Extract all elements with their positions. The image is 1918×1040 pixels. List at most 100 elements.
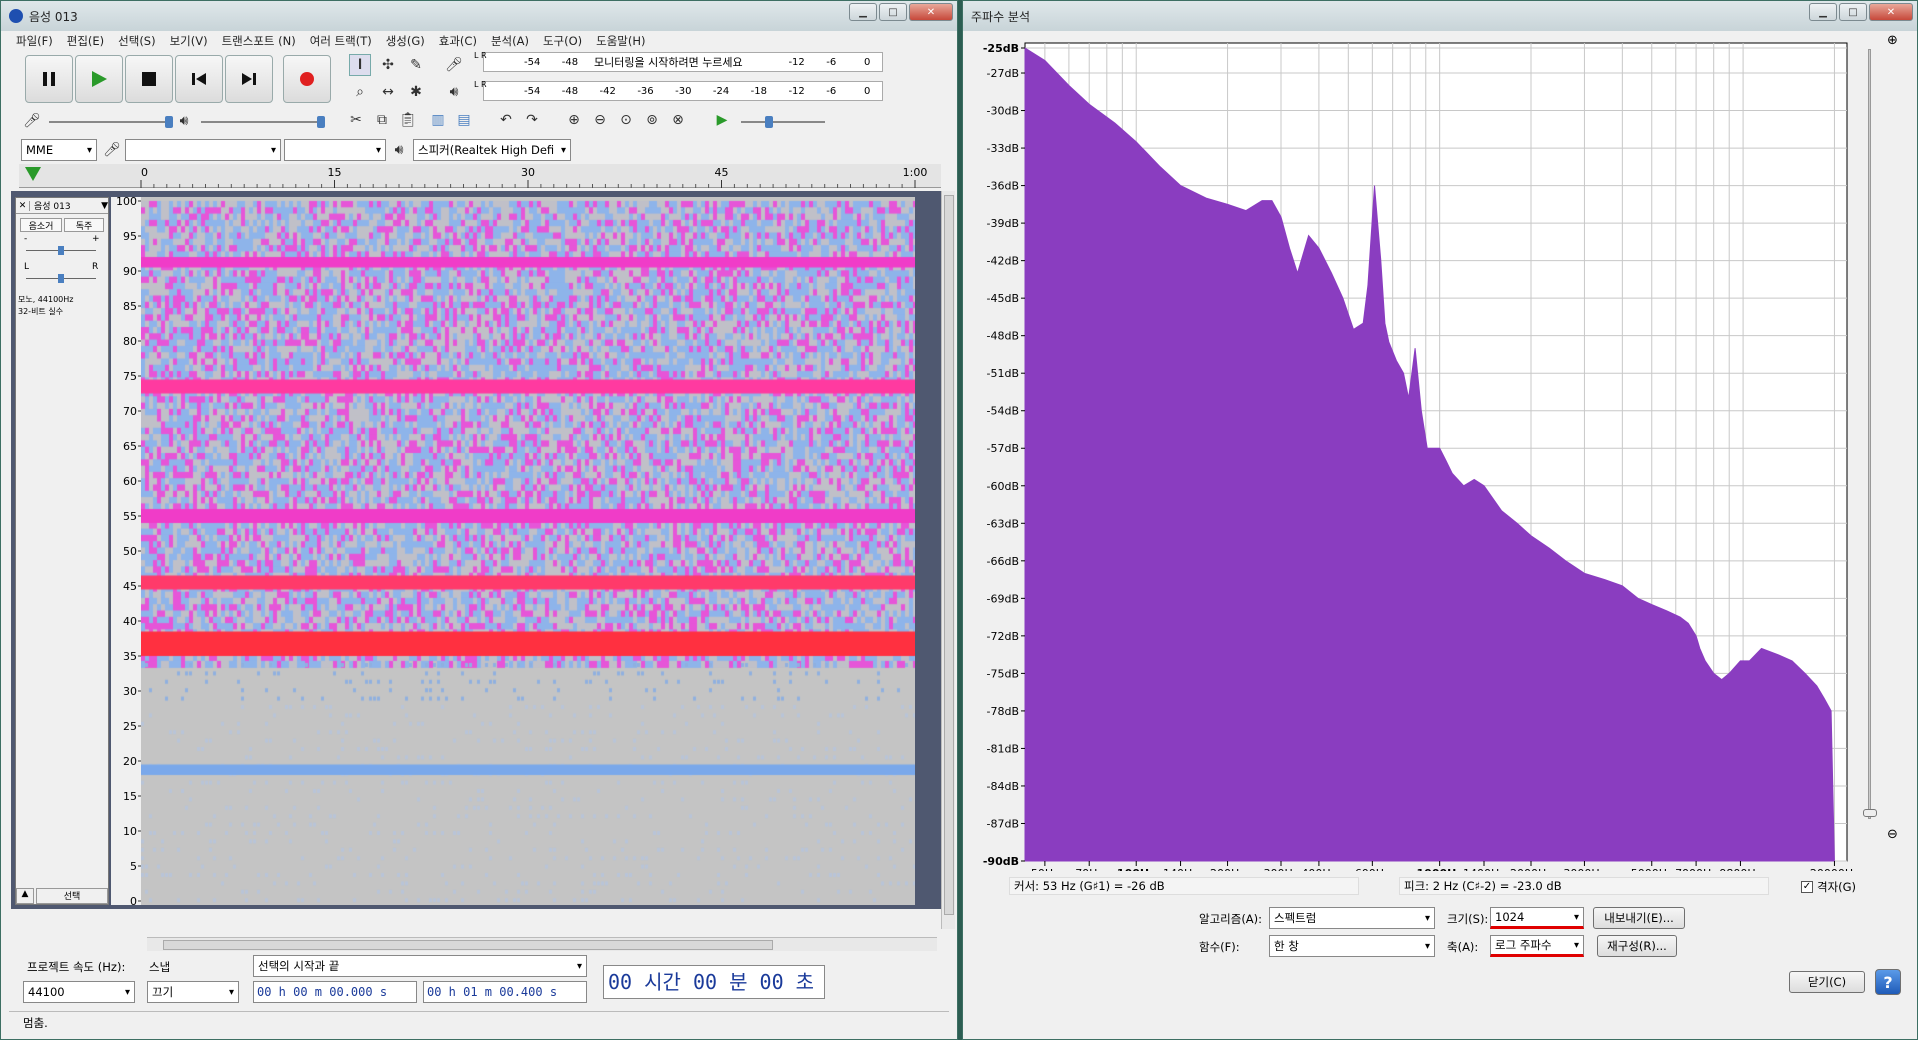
y-zoom-out-icon[interactable]: ⊖ (1887, 827, 1898, 842)
replot-button[interactable]: 재구성(R)... (1597, 935, 1677, 957)
size-select[interactable]: 1024 (1490, 907, 1584, 929)
track-select-button[interactable]: 선택 (36, 888, 108, 904)
speaker-volume-slider[interactable] (201, 116, 325, 128)
copy-icon[interactable]: ⧉ (371, 109, 393, 131)
y-zoom-in-icon[interactable]: ⊕ (1887, 33, 1898, 48)
project-rate-select[interactable]: 44100 (23, 981, 135, 1003)
timeline-play-head-icon[interactable] (25, 167, 41, 181)
export-button[interactable]: 내보내기(E)... (1593, 907, 1685, 929)
selection-tool-icon[interactable]: 𝐈 (349, 54, 371, 76)
multi-tool-icon[interactable]: ✱ (405, 81, 427, 103)
menu-item-10[interactable]: 도움말(H) (589, 33, 652, 49)
close-button[interactable]: 닫기(C) (1789, 971, 1865, 993)
selection-end-time[interactable]: 00 h 01 m 00.400 s (423, 981, 587, 1003)
y-tick-label: -36dB (987, 180, 1020, 193)
record-meter-mic-icon[interactable]: 🎤︎ (443, 54, 465, 76)
record-button[interactable] (283, 55, 331, 103)
frequency-spectrum-chart[interactable]: -25dB -27dB -30dB -33dB -36dB -39dB -42dB -45dB… (967, 31, 1897, 871)
mic-volume-slider[interactable] (49, 116, 173, 128)
zoom-out-icon[interactable]: ⊖ (589, 109, 611, 131)
draw-tool-icon[interactable]: ✎ (405, 54, 427, 76)
timeshift-tool-icon[interactable]: ↔ (377, 81, 399, 103)
meter-start-monitoring-text[interactable]: 모니터링을 시작하려면 누르세요 (594, 54, 743, 70)
pan-slider[interactable] (26, 274, 96, 283)
snap-select[interactable]: 끄기 (147, 981, 239, 1003)
zoom-toggle-icon[interactable]: ⊗ (667, 109, 689, 131)
track-control-panel[interactable]: ✕ 음성 013 ▼ 음소거 독주 - + L R 모노, 44100Hz 32… (15, 197, 109, 905)
spectrogram-view[interactable] (141, 197, 915, 905)
mute-button[interactable]: 음소거 (20, 218, 62, 232)
pause-button[interactable] (25, 55, 73, 103)
scale-label: 0 (130, 895, 137, 905)
stop-button[interactable] (125, 55, 173, 103)
function-select[interactable]: 한 창 (1269, 935, 1435, 957)
window-title: 음성 013 (29, 9, 78, 24)
envelope-tool-icon[interactable]: ✣ (377, 54, 399, 76)
menu-item-6[interactable]: 생성(G) (379, 33, 432, 49)
grid-label[interactable]: 격자(G) (1817, 879, 1856, 895)
menu-item-9[interactable]: 도구(O) (536, 33, 589, 49)
play-button[interactable] (75, 55, 123, 103)
trim-icon[interactable]: ▥ (427, 109, 449, 131)
fit-selection-icon[interactable]: ⊙ (615, 109, 637, 131)
redo-icon[interactable]: ↷ (521, 109, 543, 131)
analysis-maximize-button[interactable]: □ (1839, 3, 1867, 21)
grid-checkbox[interactable]: ✓ (1801, 881, 1813, 893)
recording-channels-select[interactable] (284, 139, 386, 161)
vertical-scrollbar[interactable] (941, 191, 955, 929)
paste-icon[interactable]: 📋︎ (397, 109, 419, 131)
timeline-ruler[interactable]: 0 15 30 45 1:00 (19, 164, 941, 188)
menu-item-3[interactable]: 보기(V) (163, 33, 215, 49)
selection-start-time[interactable]: 00 h 00 m 00.000 s (253, 981, 417, 1003)
axis-select[interactable]: 로그 주파수 (1490, 935, 1584, 957)
solo-button[interactable]: 독주 (64, 218, 104, 232)
menu-item-4[interactable]: 트랜스포트 (N) (215, 33, 303, 49)
audio-host-select[interactable]: MME (21, 139, 97, 161)
zoom-tool-icon[interactable]: ⌕ (349, 81, 371, 103)
analysis-minimize-button[interactable]: ▁ (1809, 3, 1837, 21)
y-tick-label: -57dB (987, 442, 1020, 455)
track-collapse-icon[interactable]: ▲ (16, 888, 34, 904)
meter-tick: -54 (524, 85, 541, 97)
menu-item-1[interactable]: 편집(E) (60, 33, 111, 49)
y-tick-label: -72dB (987, 630, 1020, 643)
meter-tick: -12 (788, 56, 805, 68)
playback-meter[interactable]: L R -54 -48 -42 -36 -30 -24 -18 -12 -6 0 (474, 80, 883, 101)
close-window-button[interactable]: ✕ (909, 3, 953, 21)
track-menu-chevron-icon[interactable]: ▼ (101, 201, 108, 211)
recording-device-select[interactable] (125, 139, 281, 161)
help-button[interactable]: ? (1875, 969, 1901, 995)
silence-icon[interactable]: ▤ (453, 109, 475, 131)
track-close-icon[interactable]: ✕ (16, 200, 30, 211)
analysis-close-window-button[interactable]: ✕ (1869, 3, 1913, 21)
play-at-speed-icon[interactable]: ▶ (711, 109, 733, 131)
menu-bar: 파일(F) 편집(E) 선택(S) 보기(V) 트랜스포트 (N) 여러 트랙(T) 생성(… (9, 31, 949, 51)
skip-to-start-button[interactable] (175, 55, 223, 103)
menu-item-8[interactable]: 분석(A) (484, 33, 536, 49)
minimize-button[interactable]: ▁ (849, 3, 877, 21)
record-meter[interactable]: L R -54 -48 -12 -6 0 모니터링을 시작하려면 누르세요 (474, 51, 883, 72)
menu-item-2[interactable]: 선택(S) (111, 33, 162, 49)
gain-slider[interactable] (26, 246, 96, 255)
audio-position-display[interactable]: 00 시간 00 분 00 초 (603, 965, 825, 999)
selection-mode-select[interactable]: 선택의 시작과 끝 (253, 955, 587, 977)
menu-item-0[interactable]: 파일(F) (9, 33, 60, 49)
track-name[interactable]: 음성 013 (30, 199, 101, 212)
playback-device-select[interactable]: 스피커(Realtek High Defi (413, 139, 571, 161)
y-tick-label: -45dB (987, 292, 1020, 305)
undo-icon[interactable]: ↶ (495, 109, 517, 131)
maximize-button[interactable]: □ (879, 3, 907, 21)
menu-item-5[interactable]: 여러 트랙(T) (303, 33, 379, 49)
horizontal-scrollbar[interactable] (147, 937, 937, 951)
algorithm-select[interactable]: 스펙트럼 (1269, 907, 1435, 929)
cut-icon[interactable]: ✂ (345, 109, 367, 131)
skip-to-end-button[interactable] (225, 55, 273, 103)
fit-project-icon[interactable]: ⊚ (641, 109, 663, 131)
menu-item-7[interactable]: 효과(C) (432, 33, 484, 49)
play-speed-slider[interactable] (741, 116, 825, 128)
play-meter-speaker-icon[interactable]: 🔊︎ (443, 81, 465, 103)
y-zoom-slider[interactable] (1863, 49, 1877, 819)
spectrogram-scale[interactable]: 100 95 90 85 80 75 70 65 60 55 50 45 40 35 30 25 20 15 10 5… (111, 195, 141, 908)
zoom-in-icon[interactable]: ⊕ (563, 109, 585, 131)
title-bar: 음성 013 ▁ □ ✕ (1, 1, 957, 31)
